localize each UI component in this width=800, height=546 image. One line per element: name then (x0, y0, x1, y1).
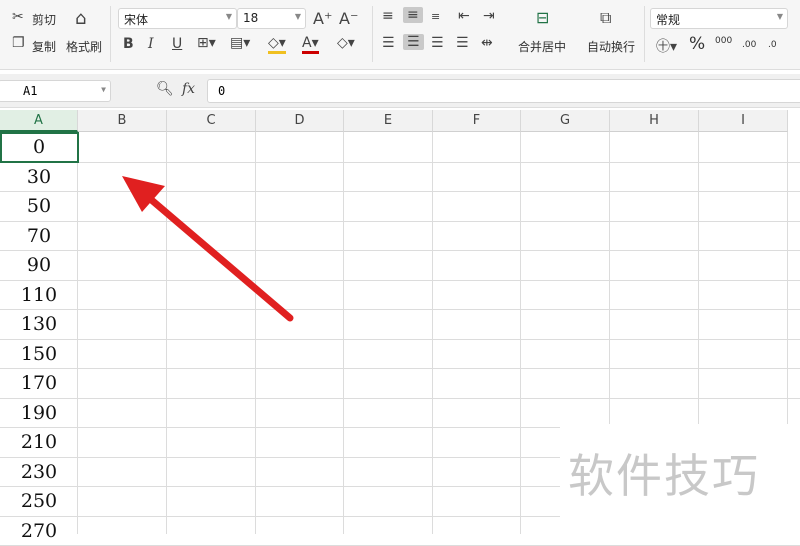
watermark: 软件技巧 (560, 424, 800, 534)
